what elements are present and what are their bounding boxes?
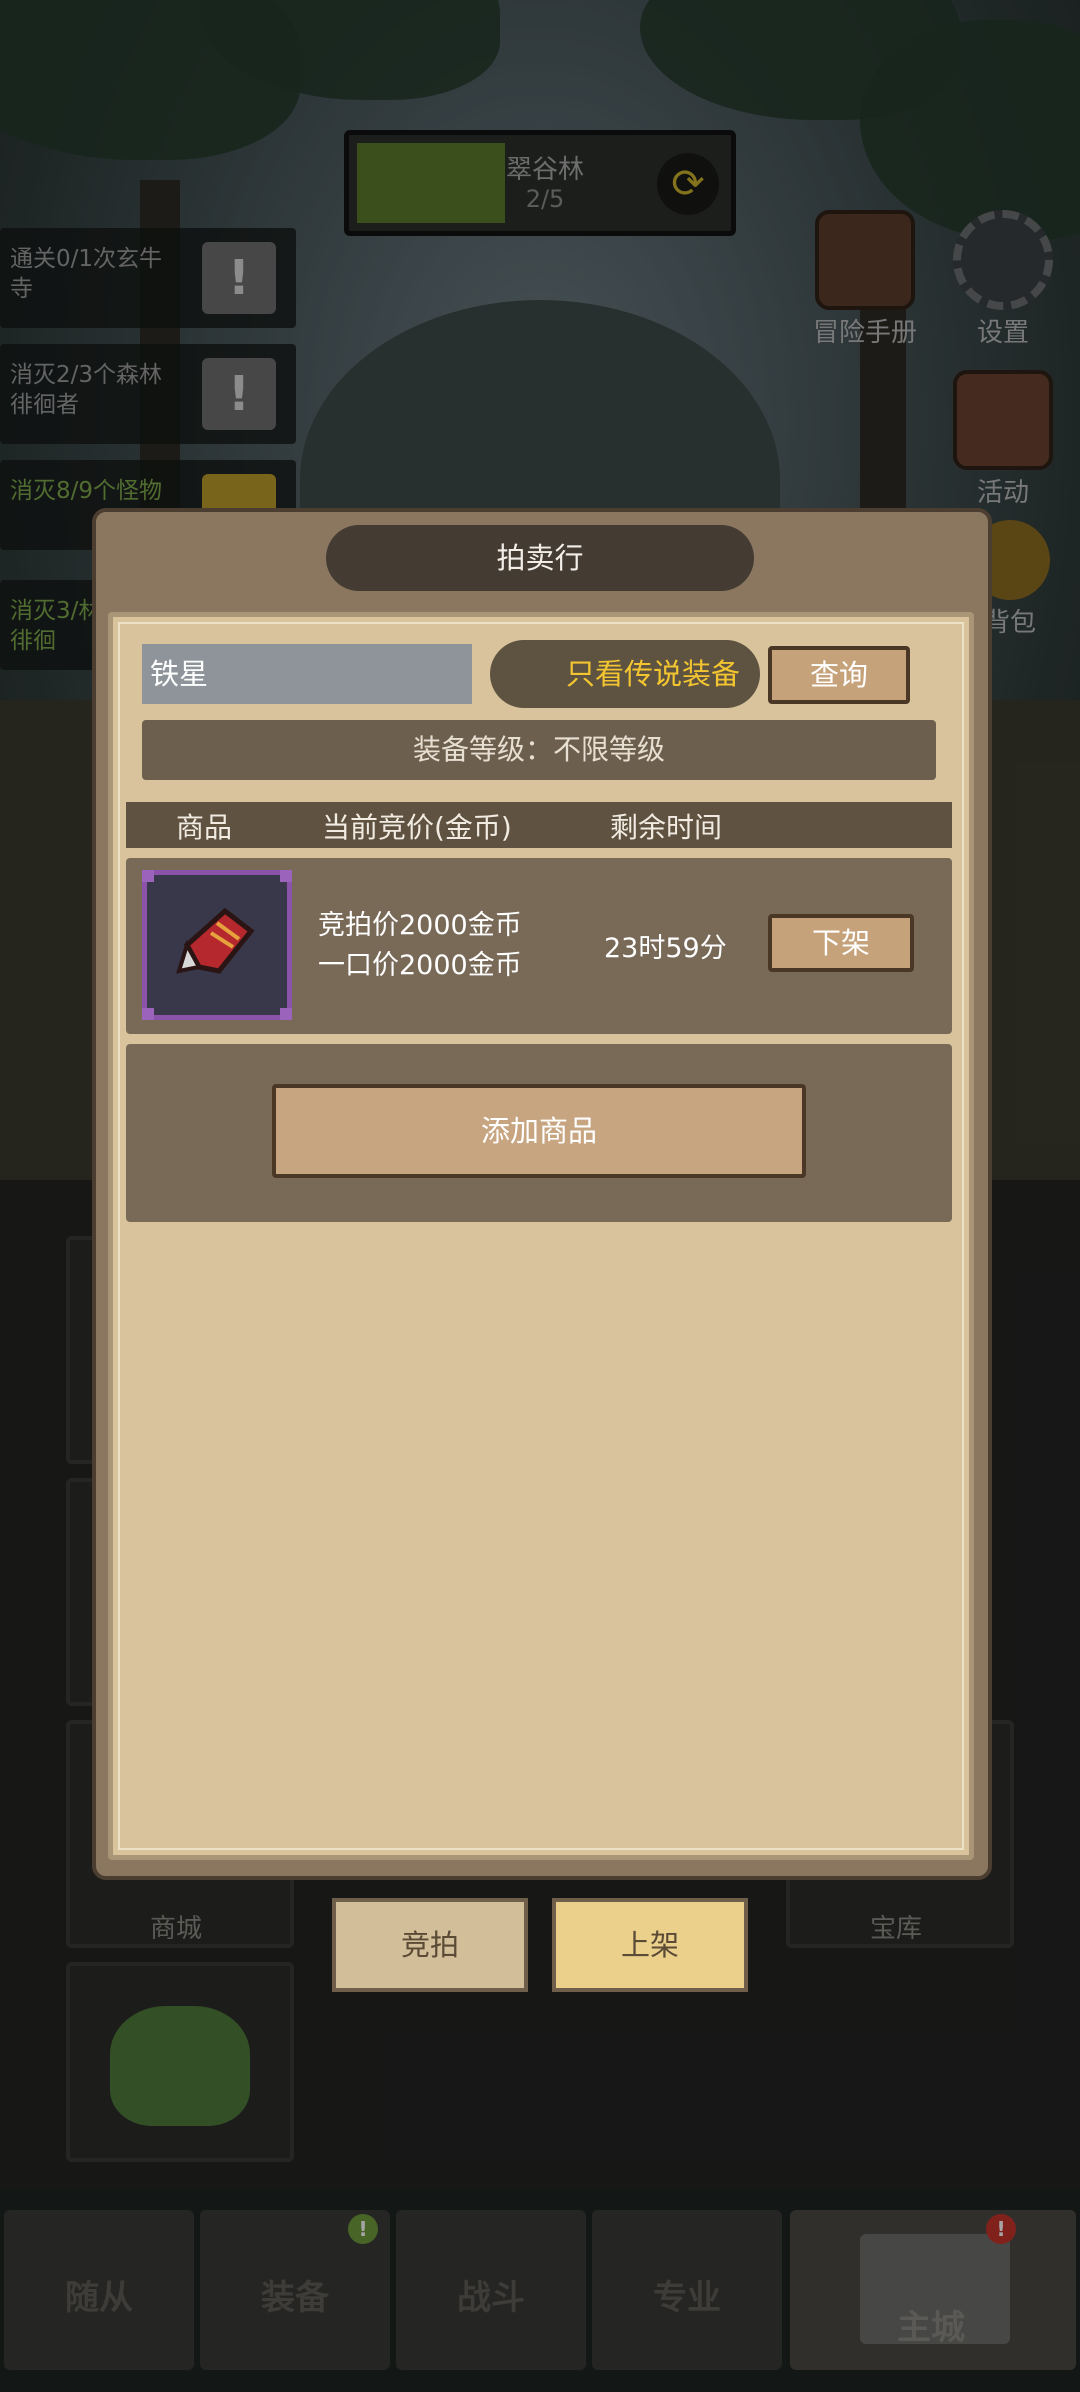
column-time: 剩余时间 [610, 811, 723, 844]
tab-list[interactable]: 上架 [552, 1898, 748, 1992]
bid-price: 竞拍价2000金币 [318, 910, 522, 941]
tab-bid-label: 竞拍 [400, 1928, 459, 1962]
equipment-level-filter[interactable]: 装备等级：不限等级 [142, 720, 936, 780]
tab-bid[interactable]: 竞拍 [332, 1898, 528, 1992]
search-input[interactable]: 铁星 [142, 644, 472, 704]
dialog-title: 拍卖行 [326, 525, 754, 591]
item-slot[interactable] [142, 870, 292, 1020]
listing-table-header: 商品 当前竞价(金币) 剩余时间 [126, 802, 952, 848]
gauntlet-icon [176, 907, 255, 974]
column-bid: 当前竞价(金币) [322, 811, 512, 844]
add-item-button[interactable]: 添加商品 [272, 1084, 806, 1178]
delist-button[interactable]: 下架 [768, 914, 914, 972]
legendary-only-label: 只看传说装备 [565, 657, 740, 691]
query-button-label: 查询 [809, 658, 868, 692]
delist-button-label: 下架 [811, 926, 870, 960]
buyout-price: 一口价2000金币 [318, 950, 522, 981]
legendary-only-toggle[interactable]: 只看传说装备 [490, 640, 760, 708]
column-item: 商品 [176, 811, 233, 844]
query-button[interactable]: 查询 [768, 646, 910, 704]
listing-prices: 竞拍价2000金币 一口价2000金币 [318, 906, 522, 986]
tab-list-label: 上架 [620, 1928, 679, 1962]
remaining-time: 23时59分 [604, 933, 727, 964]
add-item-label: 添加商品 [480, 1114, 597, 1148]
